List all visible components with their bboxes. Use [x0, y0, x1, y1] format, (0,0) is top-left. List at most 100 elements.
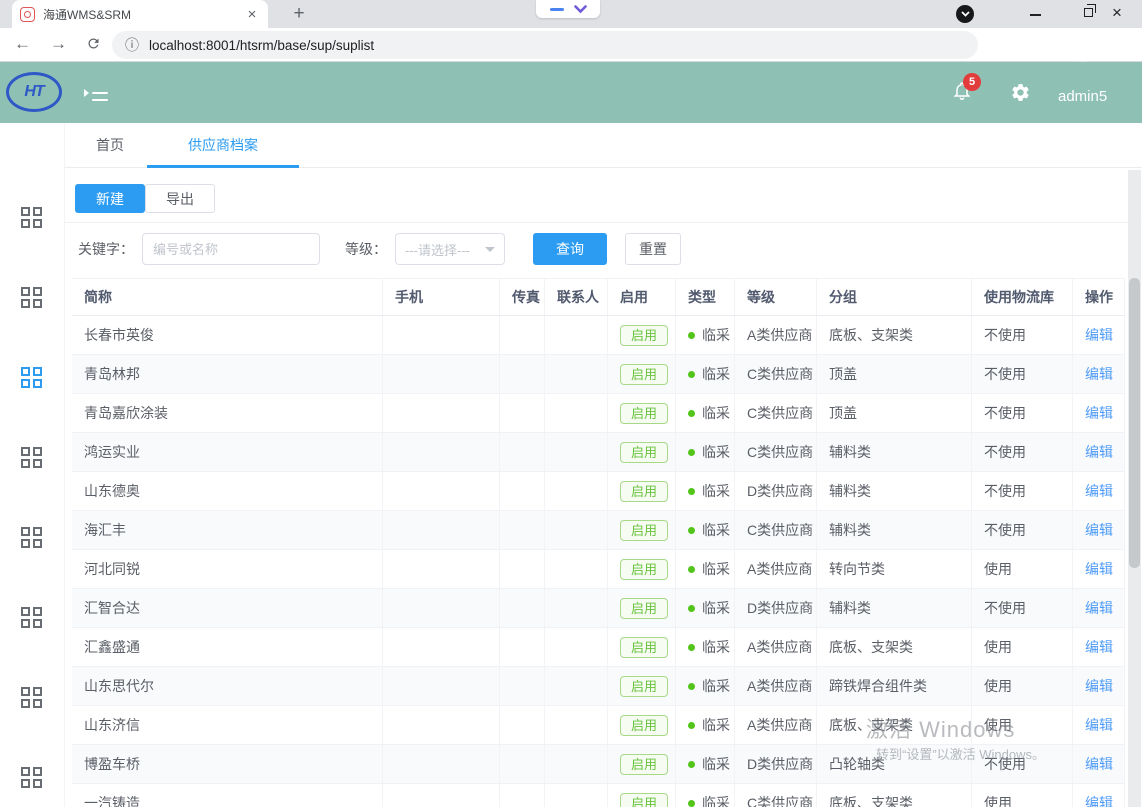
window-minimize-icon[interactable]	[1030, 14, 1041, 16]
mobile-cell	[383, 511, 500, 549]
reload-icon[interactable]	[86, 36, 101, 51]
table-row: 汇智合达启用临采D类供应商辅料类不使用编辑	[72, 589, 1125, 628]
fax-cell	[500, 433, 545, 471]
app-logo: HT	[6, 72, 62, 112]
edit-link[interactable]: 编辑	[1085, 793, 1113, 807]
back-icon[interactable]: ←	[14, 34, 31, 54]
settings-gear-icon[interactable]	[1010, 82, 1031, 103]
media-controls-icon[interactable]	[956, 5, 974, 23]
username-label[interactable]: admin5	[1058, 88, 1107, 105]
table-body: 长春市英俊启用临采A类供应商底板、支架类不使用编辑青岛林邦启用临采C类供应商顶盖…	[72, 316, 1125, 807]
export-button[interactable]: 导出	[145, 184, 215, 213]
enabled-badge: 启用	[620, 442, 668, 463]
fax-cell	[500, 316, 545, 354]
tab-home[interactable]: 首页	[73, 123, 147, 167]
tab-close-icon[interactable]: ×	[244, 6, 260, 23]
grade-select[interactable]: ---请选择---	[395, 233, 505, 265]
window-close-icon[interactable]: ×	[1112, 3, 1122, 23]
action-cell: 编辑	[1073, 355, 1125, 393]
edit-link[interactable]: 编辑	[1085, 325, 1113, 345]
grade-cell: C类供应商	[735, 784, 817, 807]
status-dot-icon	[688, 605, 695, 612]
group-cell: 底板、支架类	[817, 628, 972, 666]
window-restore-icon[interactable]	[1084, 8, 1093, 17]
enabled-badge: 启用	[620, 403, 668, 424]
grid-menu-icon[interactable]	[21, 287, 44, 310]
new-tab-button[interactable]: +	[288, 3, 310, 25]
grid-menu-icon[interactable]	[21, 767, 44, 790]
edit-link[interactable]: 编辑	[1085, 598, 1113, 618]
grade-cell: C类供应商	[735, 511, 817, 549]
url-bar[interactable]: ⓘ localhost:8001/htsrm/base/sup/suplist	[112, 31, 978, 59]
supplier-name-cell: 长春市英俊	[72, 316, 383, 354]
supplier-name-cell: 山东济信	[72, 706, 383, 744]
mobile-cell	[383, 316, 500, 354]
type-cell: 临采	[676, 472, 735, 510]
action-cell: 编辑	[1073, 433, 1125, 471]
grid-menu-icon[interactable]	[21, 607, 44, 630]
browser-address-bar: ← → ⓘ localhost:8001/htsrm/base/sup/supl…	[0, 28, 1142, 62]
status-dot-icon	[688, 683, 695, 690]
table-row: 一汽铸造启用临采C类供应商底板、支架类使用编辑	[72, 784, 1125, 807]
keyword-input[interactable]	[142, 233, 320, 265]
logistics-cell: 不使用	[972, 745, 1073, 783]
enabled-badge: 启用	[620, 364, 668, 385]
edit-link[interactable]: 编辑	[1085, 559, 1113, 579]
supplier-name-cell: 海汇丰	[72, 511, 383, 549]
edit-link[interactable]: 编辑	[1085, 520, 1113, 540]
supplier-name-cell: 汇鑫盛通	[72, 628, 383, 666]
tab-supplier-archive[interactable]: 供应商档案	[147, 123, 299, 167]
edit-link[interactable]: 编辑	[1085, 676, 1113, 696]
grid-menu-icon[interactable]	[21, 447, 44, 470]
type-cell: 临采	[676, 628, 735, 666]
enabled-cell: 启用	[608, 667, 676, 705]
floating-widget[interactable]	[536, 0, 600, 18]
table-row: 青岛嘉欣涂装启用临采C类供应商顶盖不使用编辑	[72, 394, 1125, 433]
status-dot-icon	[688, 800, 695, 807]
new-button[interactable]: 新建	[75, 184, 145, 213]
keyword-label: 关键字：	[78, 239, 134, 259]
reset-button[interactable]: 重置	[625, 233, 681, 265]
type-cell: 临采	[676, 589, 735, 627]
action-cell: 编辑	[1073, 472, 1125, 510]
column-header: 类型	[676, 279, 735, 315]
scrollbar-track[interactable]	[1128, 170, 1141, 807]
edit-link[interactable]: 编辑	[1085, 637, 1113, 657]
edit-link[interactable]: 编辑	[1085, 442, 1113, 462]
logo-text: HT	[24, 83, 43, 101]
widget-minimize-icon[interactable]	[550, 8, 564, 11]
status-dot-icon	[688, 488, 695, 495]
group-cell: 底板、支架类	[817, 706, 972, 744]
supplier-table: 简称手机传真联系人启用类型等级分组使用物流库操作 长春市英俊启用临采A类供应商底…	[72, 278, 1125, 807]
grid-menu-icon[interactable]	[21, 527, 44, 550]
edit-link[interactable]: 编辑	[1085, 754, 1113, 774]
fax-cell	[500, 628, 545, 666]
scrollbar-thumb[interactable]	[1129, 278, 1140, 568]
grid-menu-icon[interactable]	[21, 687, 44, 710]
browser-tab[interactable]: 海通WMS&SRM ×	[12, 0, 268, 28]
page-info-icon[interactable]: ⓘ	[125, 35, 139, 55]
mobile-cell	[383, 472, 500, 510]
sidebar-collapse-icon[interactable]	[84, 85, 108, 101]
widget-chevron-down-icon[interactable]	[574, 5, 587, 14]
grade-select-value: ---请选择---	[405, 240, 470, 259]
edit-link[interactable]: 编辑	[1085, 364, 1113, 384]
grid-menu-icon[interactable]	[21, 207, 44, 230]
table-row: 长春市英俊启用临采A类供应商底板、支架类不使用编辑	[72, 316, 1125, 355]
enabled-cell: 启用	[608, 472, 676, 510]
contact-cell	[545, 433, 608, 471]
action-cell: 编辑	[1073, 667, 1125, 705]
fax-cell	[500, 667, 545, 705]
edit-link[interactable]: 编辑	[1085, 403, 1113, 423]
edit-link[interactable]: 编辑	[1085, 481, 1113, 501]
mobile-cell	[383, 784, 500, 807]
search-button[interactable]: 查询	[533, 233, 607, 265]
table-row: 山东思代尔启用临采A类供应商蹄铁焊合组件类使用编辑	[72, 667, 1125, 706]
enabled-cell: 启用	[608, 511, 676, 549]
forward-icon[interactable]: →	[50, 34, 67, 54]
grid-menu-icon[interactable]	[21, 367, 44, 390]
enabled-cell: 启用	[608, 706, 676, 744]
edit-link[interactable]: 编辑	[1085, 715, 1113, 735]
logistics-cell: 使用	[972, 706, 1073, 744]
status-dot-icon	[688, 722, 695, 729]
